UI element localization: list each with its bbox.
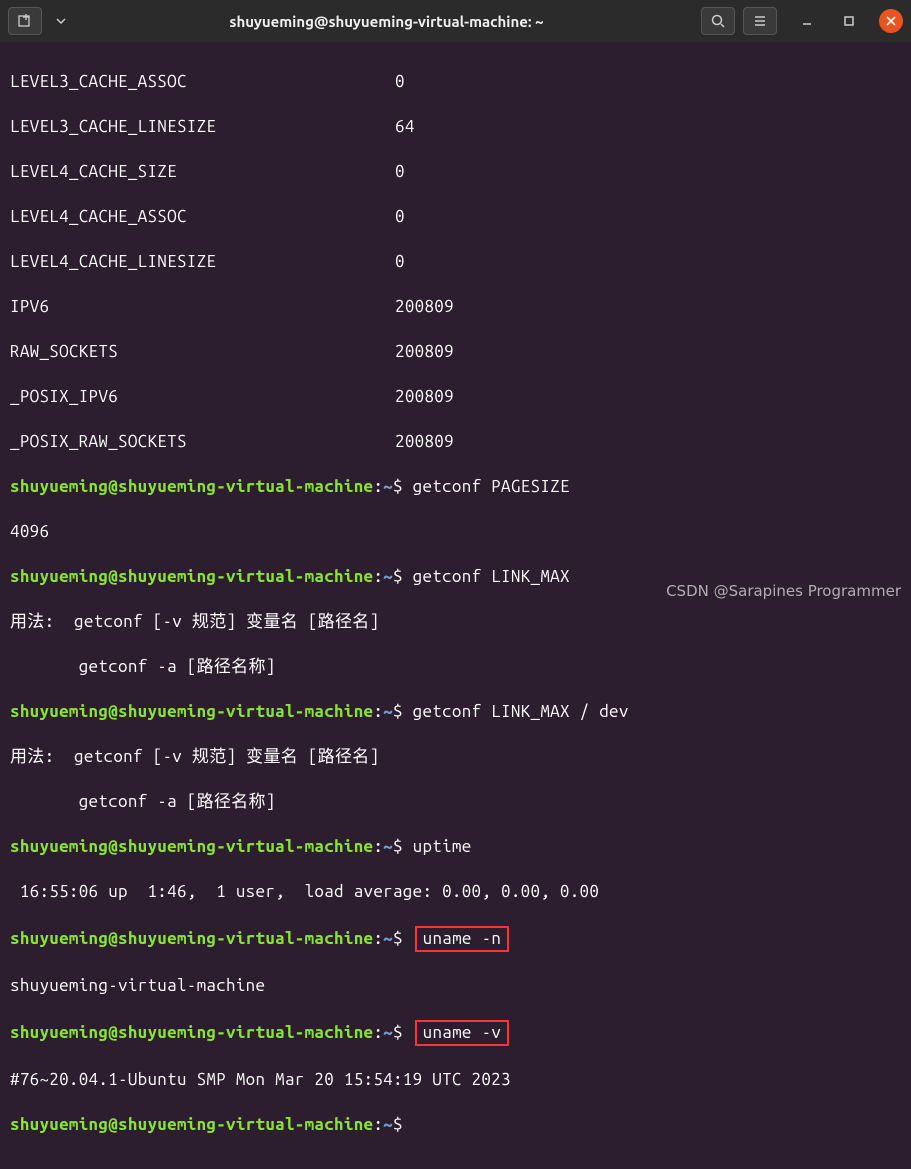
command-text: uname -n <box>423 929 502 948</box>
prompt-sigil: $ <box>393 1023 403 1042</box>
prompt-separator: : <box>373 477 383 496</box>
prompt-path: ~ <box>383 837 393 856</box>
prompt-path: ~ <box>383 1023 393 1042</box>
conf-key: _POSIX_IPV6 <box>10 386 395 409</box>
getconf-row: _POSIX_RAW_SOCKETS200809 <box>10 431 901 454</box>
output-line: 用法: getconf [-v 规范] 变量名 [路径名] <box>10 746 901 769</box>
prompt-user-host: shuyueming@shuyueming-virtual-machine <box>10 929 373 948</box>
getconf-row: RAW_SOCKETS200809 <box>10 341 901 364</box>
prompt-user-host: shuyueming@shuyueming-virtual-machine <box>10 837 373 856</box>
prompt-sigil: $ <box>393 1115 403 1134</box>
conf-key: LEVEL4_CACHE_LINESIZE <box>10 251 395 274</box>
prompt-separator: : <box>373 929 383 948</box>
conf-value: 200809 <box>395 341 454 364</box>
command-text: uname -v <box>423 1023 502 1042</box>
prompt-user-host: shuyueming@shuyueming-virtual-machine <box>10 702 373 721</box>
output-line: 4096 <box>10 521 901 544</box>
prompt-line: shuyueming@shuyueming-virtual-machine:~$… <box>10 476 901 499</box>
minimize-button[interactable] <box>795 9 819 33</box>
output-line: shuyueming-virtual-machine <box>10 975 901 998</box>
output-line: getconf -a [路径名称] <box>10 791 901 814</box>
output-line: getconf -a [路径名称] <box>10 656 901 679</box>
output-line: #76~20.04.1-Ubuntu SMP Mon Mar 20 15:54:… <box>10 1069 901 1092</box>
command-text: getconf PAGESIZE <box>413 477 570 496</box>
command-text: uptime <box>413 837 472 856</box>
highlighted-command: uname -n <box>415 926 510 953</box>
conf-value: 64 <box>395 116 415 139</box>
conf-key: RAW_SOCKETS <box>10 341 395 364</box>
titlebar-left-group <box>8 7 72 35</box>
prompt-separator: : <box>373 702 383 721</box>
conf-key: IPV6 <box>10 296 395 319</box>
conf-key: LEVEL3_CACHE_ASSOC <box>10 71 395 94</box>
prompt-path: ~ <box>383 477 393 496</box>
conf-value: 200809 <box>395 431 454 454</box>
prompt-user-host: shuyueming@shuyueming-virtual-machine <box>10 1115 373 1134</box>
close-button[interactable] <box>879 9 903 33</box>
watermark-text: CSDN @Sarapines Programmer <box>666 582 901 600</box>
getconf-row: _POSIX_IPV6200809 <box>10 386 901 409</box>
conf-value: 0 <box>395 161 405 184</box>
window-title: shuyueming@shuyueming-virtual-machine: ~ <box>80 13 693 30</box>
maximize-button[interactable] <box>837 9 861 33</box>
prompt-user-host: shuyueming@shuyueming-virtual-machine <box>10 477 373 496</box>
prompt-sigil: $ <box>393 929 403 948</box>
window-titlebar: shuyueming@shuyueming-virtual-machine: ~ <box>0 0 911 42</box>
getconf-row: LEVEL3_CACHE_LINESIZE64 <box>10 116 901 139</box>
output-line: 16:55:06 up 1:46, 1 user, load average: … <box>10 881 901 904</box>
new-tab-button[interactable] <box>8 7 42 35</box>
conf-value: 0 <box>395 206 405 229</box>
command-text: getconf LINK_MAX <box>413 567 570 586</box>
output-line: 用法: getconf [-v 规范] 变量名 [路径名] <box>10 611 901 634</box>
prompt-line: shuyueming@shuyueming-virtual-machine:~$… <box>10 836 901 859</box>
conf-value: 0 <box>395 71 405 94</box>
conf-value: 0 <box>395 251 405 274</box>
prompt-line: shuyueming@shuyueming-virtual-machine:~$… <box>10 701 901 724</box>
command-text: getconf LINK_MAX / dev <box>413 702 629 721</box>
prompt-sigil: $ <box>393 477 403 496</box>
prompt-line: shuyueming@shuyueming-virtual-machine:~$ <box>10 1114 901 1137</box>
conf-value: 200809 <box>395 296 454 319</box>
conf-key: LEVEL4_CACHE_ASSOC <box>10 206 395 229</box>
prompt-sigil: $ <box>393 567 403 586</box>
conf-key: LEVEL4_CACHE_SIZE <box>10 161 395 184</box>
prompt-separator: : <box>373 1023 383 1042</box>
prompt-line: shuyueming@shuyueming-virtual-machine:~$… <box>10 926 901 953</box>
prompt-sigil: $ <box>393 702 403 721</box>
highlighted-command: uname -v <box>415 1020 510 1047</box>
getconf-row: LEVEL4_CACHE_ASSOC0 <box>10 206 901 229</box>
prompt-path: ~ <box>383 567 393 586</box>
terminal-output[interactable]: LEVEL3_CACHE_ASSOC0 LEVEL3_CACHE_LINESIZ… <box>0 42 911 1169</box>
hamburger-menu-button[interactable] <box>743 7 777 35</box>
prompt-user-host: shuyueming@shuyueming-virtual-machine <box>10 567 373 586</box>
prompt-user-host: shuyueming@shuyueming-virtual-machine <box>10 1023 373 1042</box>
prompt-path: ~ <box>383 929 393 948</box>
prompt-separator: : <box>373 1115 383 1134</box>
tab-dropdown-button[interactable] <box>50 7 72 35</box>
search-button[interactable] <box>701 7 735 35</box>
prompt-separator: : <box>373 837 383 856</box>
conf-key: LEVEL3_CACHE_LINESIZE <box>10 116 395 139</box>
getconf-row: LEVEL3_CACHE_ASSOC0 <box>10 71 901 94</box>
getconf-row: LEVEL4_CACHE_SIZE0 <box>10 161 901 184</box>
titlebar-right-group <box>701 7 903 35</box>
prompt-path: ~ <box>383 702 393 721</box>
conf-value: 200809 <box>395 386 454 409</box>
getconf-row: LEVEL4_CACHE_LINESIZE0 <box>10 251 901 274</box>
prompt-separator: : <box>373 567 383 586</box>
conf-key: _POSIX_RAW_SOCKETS <box>10 431 395 454</box>
prompt-line: shuyueming@shuyueming-virtual-machine:~$… <box>10 1020 901 1047</box>
getconf-row: IPV6200809 <box>10 296 901 319</box>
prompt-sigil: $ <box>393 837 403 856</box>
prompt-path: ~ <box>383 1115 393 1134</box>
